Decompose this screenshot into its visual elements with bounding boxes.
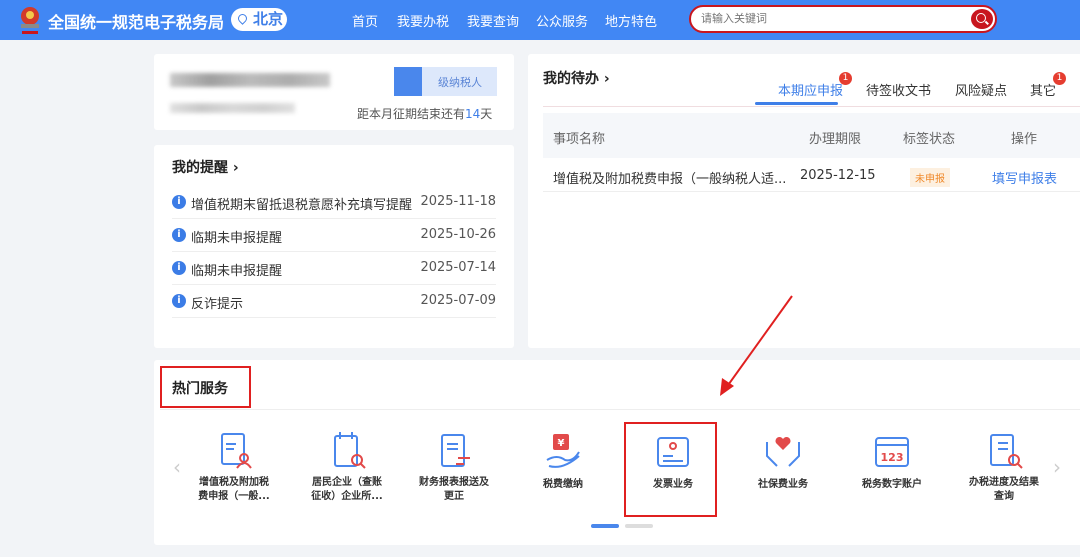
row-deadline: 2025-12-15: [800, 168, 876, 183]
service-label-line2: 更正: [444, 491, 464, 502]
table-header: 事项名称 办理期限 标签状态 操作: [543, 113, 1080, 158]
company-name-blurred: [170, 73, 330, 87]
income-tax-icon: [334, 432, 366, 469]
svg-text:¥: ¥: [558, 438, 565, 449]
deadline-suffix: 天: [480, 107, 493, 121]
service-digital-account[interactable]: 123 税务数字账户: [842, 432, 942, 492]
nav-query[interactable]: 我要查询: [467, 11, 519, 30]
service-label: 办税进度及结果: [969, 477, 1039, 488]
info-icon: i: [172, 261, 186, 275]
taxpayer-type: 级纳税人: [438, 76, 482, 89]
service-label-line2: 查询: [994, 491, 1014, 502]
service-label-line2: 费申报（一般...: [198, 491, 270, 502]
carousel-next-icon[interactable]: ›: [1053, 455, 1061, 479]
taxpayer-type-badge: 级纳税人: [394, 67, 497, 96]
service-progress-query[interactable]: 办税进度及结果 查询: [954, 430, 1054, 504]
reminder-text: 临期未申报提醒: [191, 264, 283, 279]
service-label: 税务数字账户: [862, 479, 922, 490]
badge-icon: [394, 67, 422, 96]
annotation-box-invoice: [624, 422, 717, 517]
reminder-date: 2025-07-09: [420, 293, 496, 308]
reminder-date: 2025-11-18: [420, 194, 496, 209]
vat-declare-icon: [221, 433, 252, 469]
deadline-days: 14: [465, 107, 481, 121]
social-insurance-icon: [766, 436, 800, 467]
service-income-tax[interactable]: 居民企业（查账 征收）企业所...: [297, 430, 397, 504]
city-selector[interactable]: 北京: [231, 8, 287, 31]
divider: [160, 409, 1080, 410]
tab-others[interactable]: 其它: [1030, 80, 1056, 99]
search-icon[interactable]: [971, 9, 993, 29]
reminder-text: 临期未申报提醒: [191, 231, 283, 246]
table-row: 增值税及附加税费申报（一般纳税人适... 2025-12-15 未申报 填写申报…: [543, 158, 1080, 192]
nav-home[interactable]: 首页: [352, 11, 378, 30]
tab-documents[interactable]: 待签收文书: [866, 80, 931, 99]
service-financial-report[interactable]: 财务报表报送及 更正: [404, 430, 504, 504]
reminder-item[interactable]: i 反诈提示 2025-07-09: [172, 285, 496, 318]
search-box: [689, 5, 997, 33]
col-action: 操作: [1011, 132, 1038, 147]
deadline-prefix: 距本月征期结束还有: [357, 107, 466, 121]
todo-title[interactable]: 我的待办 ›: [543, 68, 610, 88]
digital-account-icon: 123: [875, 437, 909, 467]
reminder-item[interactable]: i 临期未申报提醒 2025-10-26: [172, 219, 496, 252]
col-deadline: 办理期限: [809, 132, 862, 147]
tab-badge: 1: [839, 72, 852, 85]
reminder-text: 增值税期末留抵退税意愿补充填写提醒: [191, 198, 413, 213]
active-tab-indicator: [755, 102, 838, 105]
search-input[interactable]: [701, 12, 961, 25]
reminder-item[interactable]: i 增值税期末留抵退税意愿补充填写提醒 2025-11-18: [172, 186, 496, 219]
nav-tax-handle[interactable]: 我要办税: [397, 11, 449, 30]
location-pin-icon: [236, 12, 249, 25]
tax-payment-icon: ¥: [546, 434, 580, 468]
carousel-dot-active[interactable]: [591, 524, 619, 528]
tab-current-declare[interactable]: 本期应申报: [778, 80, 843, 99]
service-vat-declare[interactable]: 增值税及附加税 费申报（一般...: [184, 430, 284, 504]
tab-badge: 1: [1053, 72, 1066, 85]
nav-local[interactable]: 地方特色: [605, 11, 657, 30]
info-icon: i: [172, 228, 186, 242]
financial-report-icon: [441, 434, 470, 467]
service-label: 社保费业务: [758, 479, 808, 490]
header: 全国统一规范电子税务局 北京 首页 我要办税 我要查询 公众服务 地方特色: [0, 0, 1080, 40]
carousel-dot[interactable]: [625, 524, 653, 528]
nav-public-service[interactable]: 公众服务: [536, 11, 588, 30]
svg-text:123: 123: [881, 451, 904, 464]
reminder-date: 2025-07-14: [420, 260, 496, 275]
city-label: 北京: [253, 10, 284, 28]
col-name: 事项名称: [553, 132, 606, 147]
fill-form-link[interactable]: 填写申报表: [992, 168, 1057, 187]
carousel-prev-icon[interactable]: ‹: [173, 455, 181, 479]
reminders-title[interactable]: 我的提醒 ›: [172, 157, 239, 177]
status-badge: 未申报: [910, 168, 950, 187]
col-status: 标签状态: [903, 132, 956, 147]
annotation-box-hot-services: [160, 366, 251, 408]
deadline-notice: 距本月征期结束还有14天: [357, 105, 492, 122]
info-icon: i: [172, 294, 186, 308]
reminder-date: 2025-10-26: [420, 227, 496, 242]
annotation-arrow-icon: [720, 295, 793, 396]
tabs-divider: [543, 106, 1080, 107]
tax-id-blurred: [170, 103, 295, 113]
row-name: 增值税及附加税费申报（一般纳税人适...: [553, 172, 787, 187]
reminder-item[interactable]: i 临期未申报提醒 2025-07-14: [172, 252, 496, 285]
progress-query-icon: [990, 434, 1023, 469]
service-label: 居民企业（查账: [312, 477, 382, 488]
service-social-insurance[interactable]: 社保费业务: [733, 432, 833, 492]
site-title: 全国统一规范电子税务局: [48, 13, 225, 32]
tax-emblem-logo: [21, 7, 39, 34]
service-label: 增值税及附加税: [199, 477, 269, 488]
service-label: 税费缴纳: [543, 479, 583, 490]
service-label-line2: 征收）企业所...: [311, 491, 383, 502]
tab-risks[interactable]: 风险疑点: [955, 80, 1007, 99]
info-icon: i: [172, 195, 186, 209]
service-tax-payment[interactable]: ¥ 税费缴纳: [513, 432, 613, 492]
service-label: 财务报表报送及: [419, 477, 489, 488]
reminder-text: 反诈提示: [191, 297, 244, 312]
